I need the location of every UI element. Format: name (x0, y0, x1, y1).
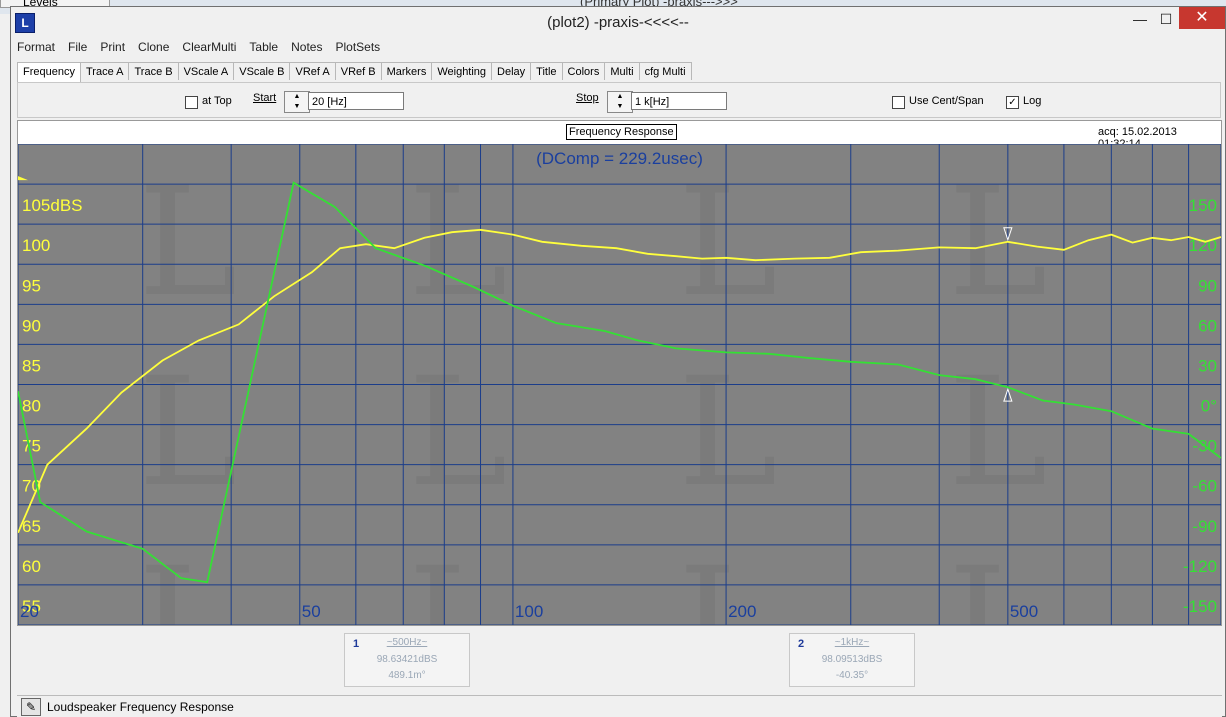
menu-item-notes[interactable]: Notes (291, 40, 322, 54)
at-top-label: at Top (202, 95, 232, 107)
menu-item-clearmulti[interactable]: ClearMulti (182, 40, 236, 54)
stop-label: Stop (576, 92, 599, 104)
marker-readouts: 1 ~500Hz~ 98.63421dBS 489.1m° 2 ~1kHz~ 98.0951… (17, 626, 1222, 693)
marker-frequency[interactable]: ~500Hz~ (345, 637, 469, 648)
left-axis-tick-label: 60 (22, 557, 41, 576)
watermark-logo: L (408, 346, 508, 520)
right-axis-tick-label: 150 (1189, 196, 1217, 215)
maximize-button[interactable]: ☐ (1153, 9, 1179, 29)
left-axis-tick-label: 85 (22, 356, 41, 375)
dcomp-label: (DComp = 229.2usec) (536, 149, 703, 168)
marker-magnitude: 98.63421dBS (376, 654, 438, 665)
tab-markers[interactable]: Markers (380, 62, 433, 80)
x-axis-tick-label: 20 (20, 602, 39, 621)
tab-strip: Frequency Trace A Trace B VScale A VScale BV… (17, 62, 692, 83)
x-axis-tick-label: 50 (302, 602, 321, 621)
frequency-settings-panel: at Top Start ▲ ▼ 20 [Hz] Stop ▲ ▼ 1 k[Hz] … (17, 82, 1221, 118)
status-bar: ✎ Loudspeaker Frequency Response (17, 695, 1222, 717)
right-axis-tick-label: 60 (1198, 316, 1217, 335)
left-axis-tick-label: 90 (22, 316, 41, 335)
tab-colors[interactable]: Colors (561, 62, 606, 80)
log-label: Log (1023, 95, 1042, 107)
watermark-logo: L (138, 536, 238, 625)
menu-item-file[interactable]: File (68, 40, 87, 54)
right-axis-tick-label: -60 (1192, 477, 1217, 496)
watermark-logo: L (678, 346, 778, 520)
left-axis-tick-label: 80 (22, 397, 41, 416)
start-spinner[interactable]: ▲ ▼ (284, 91, 310, 113)
tab-weighting[interactable]: Weighting (431, 62, 493, 80)
stop-spinner[interactable]: ▲ ▼ (607, 91, 633, 113)
tab-title[interactable]: Title (530, 62, 563, 80)
spin-down-icon[interactable]: ▼ (608, 102, 632, 112)
left-axis-tick-label: 105dBS (22, 196, 83, 215)
tab-vref-b[interactable]: VRef B (334, 62, 382, 80)
marker-frequency[interactable]: ~1kHz~ (790, 637, 914, 648)
marker-magnitude: 98.09513dBS (821, 654, 883, 665)
right-axis-tick-label: 0° (1201, 397, 1217, 416)
stop-input[interactable]: 1 k[Hz] (631, 92, 727, 110)
plot-title[interactable]: Frequency Response (566, 124, 677, 140)
right-axis-tick-label: 90 (1198, 276, 1217, 295)
watermark-logo: L (948, 346, 1048, 520)
frequency-response-chart[interactable]: LLLLLLLLLLLLLLL556065707580859095100105d… (18, 144, 1221, 625)
window-title: (plot2) -praxis-<<<<-- (547, 14, 689, 31)
minimize-button[interactable]: — (1127, 9, 1153, 29)
tab-vscale-a[interactable]: VScale A (177, 62, 235, 80)
watermark-logo: L (138, 346, 238, 520)
spin-up-icon[interactable]: ▲ (285, 92, 309, 102)
left-axis-tick-label: 75 (22, 437, 41, 456)
tab-multi[interactable]: Multi (604, 62, 640, 80)
left-axis-tick-label: 95 (22, 276, 41, 295)
x-axis-tick-label: 500 (1010, 602, 1038, 621)
tab-frequency[interactable]: Frequency (17, 62, 81, 83)
checkmark-icon: ✓ (1008, 97, 1017, 108)
x-axis-tick-label: 200 (728, 602, 756, 621)
right-axis-tick-label: -120 (1183, 557, 1217, 576)
tab-trace-a[interactable]: Trace A (79, 62, 130, 80)
tab-vref-a[interactable]: VRef A (289, 62, 336, 80)
plot-area: Frequency Response acq: 15.02.2013 01:32… (17, 120, 1222, 626)
tab-vscale-b[interactable]: VScale B (233, 62, 291, 80)
menu-item-format[interactable]: Format (17, 40, 55, 54)
menu-bar: Format File Print Clone ClearMulti Table Notes… (17, 40, 393, 58)
menu-item-table[interactable]: Table (249, 40, 278, 54)
spin-down-icon[interactable]: ▼ (285, 102, 309, 112)
x-axis-tick-label: 100 (515, 602, 543, 621)
menu-item-plotsets[interactable]: PlotSets (335, 40, 380, 54)
close-button[interactable]: ✕ (1179, 7, 1225, 29)
right-axis-tick-label: -150 (1183, 597, 1217, 616)
log-checkbox[interactable]: ✓ (1006, 96, 1019, 109)
title-bar[interactable]: L (plot2) -praxis-<<<<-- — ☐ ✕ (11, 7, 1225, 39)
right-axis-tick-label: 30 (1198, 356, 1217, 375)
at-top-checkbox[interactable] (185, 96, 198, 109)
marker-readout-2[interactable]: 2 ~1kHz~ 98.09513dBS -40.35° (789, 633, 915, 687)
use-cent-span-label: Use Cent/Span (909, 95, 984, 107)
start-input[interactable]: 20 [Hz] (308, 92, 404, 110)
use-cent-span-checkbox[interactable] (892, 96, 905, 109)
menu-item-clone[interactable]: Clone (138, 40, 169, 54)
status-text: Loudspeaker Frequency Response (47, 700, 234, 714)
tab-cfg-multi[interactable]: cfg Multi (638, 62, 692, 80)
marker-phase: -40.35° (835, 670, 869, 681)
right-axis-tick-label: -90 (1192, 517, 1217, 536)
tab-delay[interactable]: Delay (491, 62, 532, 80)
plot-window: L (plot2) -praxis-<<<<-- — ☐ ✕ Format Fil… (10, 6, 1226, 717)
marker-phase: 489.1m° (388, 670, 426, 681)
start-label: Start (253, 92, 277, 104)
menu-item-print[interactable]: Print (100, 40, 125, 54)
spin-up-icon[interactable]: ▲ (608, 92, 632, 102)
left-axis-tick-label: 100 (22, 236, 50, 255)
tab-trace-b[interactable]: Trace B (128, 62, 179, 80)
watermark-logo: L (408, 536, 508, 625)
pin-icon[interactable]: ✎ (21, 698, 41, 716)
marker-readout-1[interactable]: 1 ~500Hz~ 98.63421dBS 489.1m° (344, 633, 470, 687)
left-axis-tick-label: 65 (22, 517, 41, 536)
